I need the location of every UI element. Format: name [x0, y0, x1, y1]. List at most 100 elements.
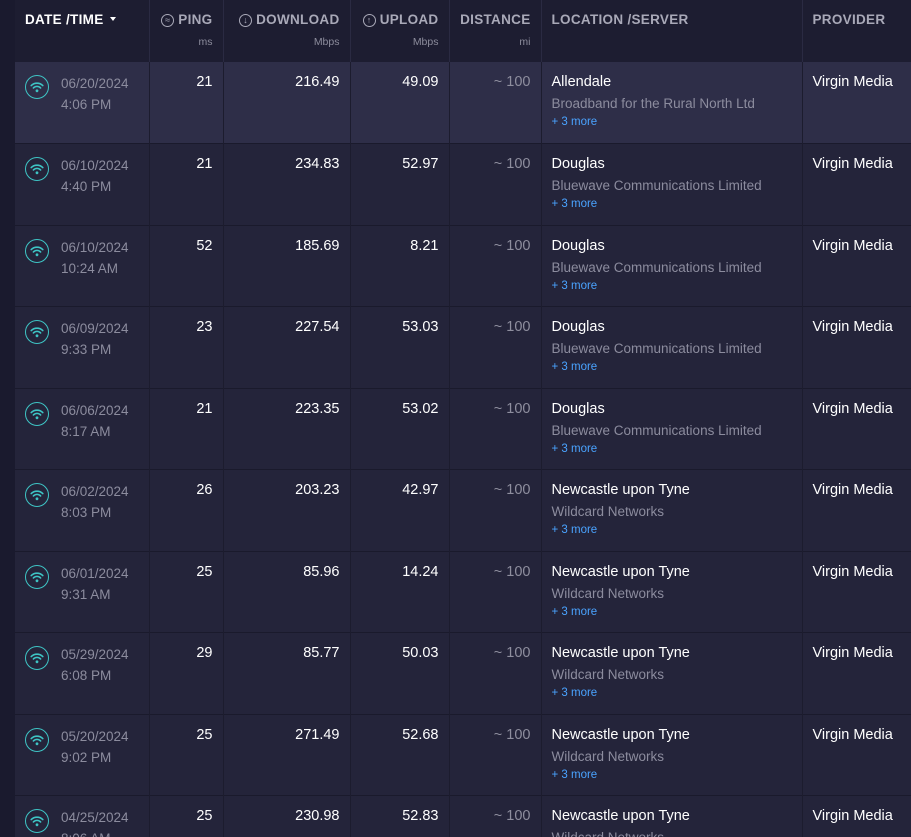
- cell-distance: ~ 100: [449, 795, 542, 837]
- cell-download: 203.23: [223, 469, 351, 551]
- column-header-download[interactable]: ↓ DOWNLOAD Mbps: [223, 0, 351, 62]
- more-servers-link[interactable]: + 3 more: [552, 522, 792, 538]
- more-servers-link[interactable]: + 3 more: [552, 604, 792, 620]
- cell-provider: Virgin Media: [802, 795, 911, 837]
- column-header-ping[interactable]: ≈ PING ms: [149, 0, 224, 62]
- cell-upload: 8.21: [350, 224, 450, 307]
- server-sponsor: Bluewave Communications Limited: [551, 422, 762, 438]
- table-row[interactable]: 06/09/2024 9:33 PM 23 227.54 53.03 ~ 100…: [15, 306, 911, 388]
- table-row[interactable]: 05/20/2024 9:02 PM 25 271.49 52.68 ~ 100…: [15, 713, 911, 796]
- result-time: 9:02 PM: [61, 749, 112, 765]
- download-arrow-icon: ↓: [239, 14, 253, 27]
- table-row[interactable]: 06/01/2024 9:31 AM 25 85.96 14.24 ~ 100 …: [15, 550, 911, 633]
- cell-distance: ~ 100: [449, 387, 542, 470]
- table-row[interactable]: 06/10/2024 10:24 AM 52 185.69 8.21 ~ 100…: [15, 224, 911, 307]
- column-header-date-label: DATE /TIME: [25, 12, 104, 27]
- table-row[interactable]: 04/25/2024 8:06 AM 25 230.98 52.83 ~ 100…: [15, 795, 911, 837]
- result-time: 8:17 AM: [61, 423, 111, 439]
- cell-location-server: Douglas Bluewave Communications Limited …: [541, 306, 803, 388]
- table-row[interactable]: 05/29/2024 6:08 PM 29 85.77 50.03 ~ 100 …: [15, 632, 911, 714]
- wifi-icon: [25, 727, 49, 752]
- result-time: 6:08 PM: [61, 668, 112, 683]
- result-date: 06/10/2024: [61, 239, 129, 255]
- cell-provider: Virgin Media: [802, 306, 911, 388]
- table-row[interactable]: 06/20/2024 4:06 PM 21 216.49 49.09 ~ 100…: [15, 62, 911, 144]
- server-sponsor: Wildcard Networks: [551, 585, 665, 601]
- column-header-distance[interactable]: DISTANCE mi: [449, 0, 542, 62]
- cell-date-time: 06/20/2024 4:06 PM: [15, 62, 150, 144]
- cell-location-server: Newcastle upon Tyne Wildcard Networks + …: [541, 550, 803, 633]
- cell-date-time: 06/01/2024 9:31 AM: [15, 550, 150, 633]
- result-date: 06/09/2024: [61, 321, 129, 336]
- more-servers-link[interactable]: + 3 more: [552, 767, 792, 783]
- column-header-upload[interactable]: ↑ UPLOAD Mbps: [350, 0, 450, 62]
- server-sponsor: Broadband for the Rural North Ltd: [551, 96, 755, 111]
- cell-provider: Virgin Media: [802, 224, 911, 307]
- server-sponsor: Bluewave Communications Limited: [551, 341, 762, 356]
- cell-location-server: Douglas Bluewave Communications Limited …: [541, 143, 803, 225]
- cell-download: 223.35: [223, 387, 351, 470]
- wifi-icon: [25, 157, 49, 181]
- results-table: DATE /TIME ≈ PING ms ↓ DOWNLOAD Mbps ↑ UPLO…: [15, 0, 911, 837]
- more-servers-link[interactable]: + 3 more: [552, 685, 792, 701]
- download-unit: Mbps: [313, 36, 340, 48]
- wifi-icon: [25, 75, 49, 99]
- wifi-icon: [25, 646, 49, 670]
- cell-upload: 53.03: [350, 306, 450, 388]
- result-time: 4:40 PM: [61, 179, 112, 194]
- column-header-provider[interactable]: PROVIDER: [802, 0, 911, 62]
- cell-location-server: Douglas Bluewave Communications Limited …: [541, 387, 803, 470]
- cell-distance: ~ 100: [449, 469, 542, 551]
- cell-upload: 52.83: [350, 795, 450, 837]
- column-header-location[interactable]: LOCATION /SERVER: [541, 0, 803, 62]
- result-date: 06/01/2024: [61, 565, 129, 581]
- cell-distance: ~ 100: [449, 713, 542, 796]
- server-sponsor: Wildcard Networks: [551, 504, 665, 519]
- cell-provider: Virgin Media: [802, 550, 911, 633]
- distance-unit: mi: [519, 36, 531, 48]
- server-sponsor: Bluewave Communications Limited: [551, 259, 762, 275]
- cell-upload: 50.03: [350, 632, 450, 714]
- cell-date-time: 06/10/2024 4:40 PM: [15, 143, 150, 225]
- table-row[interactable]: 06/10/2024 4:40 PM 21 234.83 52.97 ~ 100…: [15, 143, 911, 225]
- wifi-icon: [25, 564, 49, 589]
- cell-distance: ~ 100: [449, 632, 542, 714]
- cell-date-time: 05/20/2024 9:02 PM: [15, 713, 150, 796]
- cell-location-server: Newcastle upon Tyne Wildcard Networks + …: [541, 469, 803, 551]
- wifi-icon: [25, 320, 49, 344]
- column-header-location-label: LOCATION /SERVER: [551, 12, 689, 27]
- result-date: 05/29/2024: [61, 647, 129, 662]
- result-date: 06/06/2024: [61, 402, 129, 418]
- table-row[interactable]: 06/02/2024 8:03 PM 26 203.23 42.97 ~ 100…: [15, 469, 911, 551]
- table-row[interactable]: 06/06/2024 8:17 AM 21 223.35 53.02 ~ 100…: [15, 387, 911, 470]
- cell-upload: 52.68: [350, 713, 450, 796]
- cell-distance: ~ 100: [449, 62, 542, 144]
- column-header-date[interactable]: DATE /TIME: [15, 0, 150, 62]
- cell-download: 85.96: [223, 550, 351, 633]
- ping-icon: ≈: [161, 14, 175, 27]
- cell-distance: ~ 100: [449, 224, 542, 307]
- more-servers-link[interactable]: + 3 more: [552, 278, 792, 294]
- more-servers-link[interactable]: + 3 more: [552, 196, 792, 212]
- server-city: Newcastle upon Tyne: [551, 645, 690, 661]
- cell-ping: 21: [149, 387, 224, 470]
- cell-date-time: 06/06/2024 8:17 AM: [15, 387, 150, 470]
- cell-upload: 53.02: [350, 387, 450, 470]
- cell-date-time: 04/25/2024 8:06 AM: [15, 795, 150, 837]
- cell-download: 234.83: [223, 143, 351, 225]
- cell-date-time: 06/09/2024 9:33 PM: [15, 306, 150, 388]
- result-date: 06/20/2024: [61, 76, 129, 91]
- cell-download: 185.69: [223, 224, 351, 307]
- cell-date-time: 06/02/2024 8:03 PM: [15, 469, 150, 551]
- cell-upload: 49.09: [350, 62, 450, 144]
- server-city: Douglas: [551, 156, 605, 172]
- cell-distance: ~ 100: [449, 306, 542, 388]
- result-date: 05/20/2024: [61, 728, 129, 744]
- cell-location-server: Douglas Bluewave Communications Limited …: [541, 224, 803, 307]
- result-date: 04/25/2024: [61, 810, 129, 825]
- left-gutter: [0, 0, 15, 837]
- more-servers-link[interactable]: + 3 more: [552, 114, 792, 130]
- more-servers-link[interactable]: + 3 more: [552, 359, 792, 375]
- cell-provider: Virgin Media: [802, 387, 911, 470]
- more-servers-link[interactable]: + 3 more: [552, 441, 792, 457]
